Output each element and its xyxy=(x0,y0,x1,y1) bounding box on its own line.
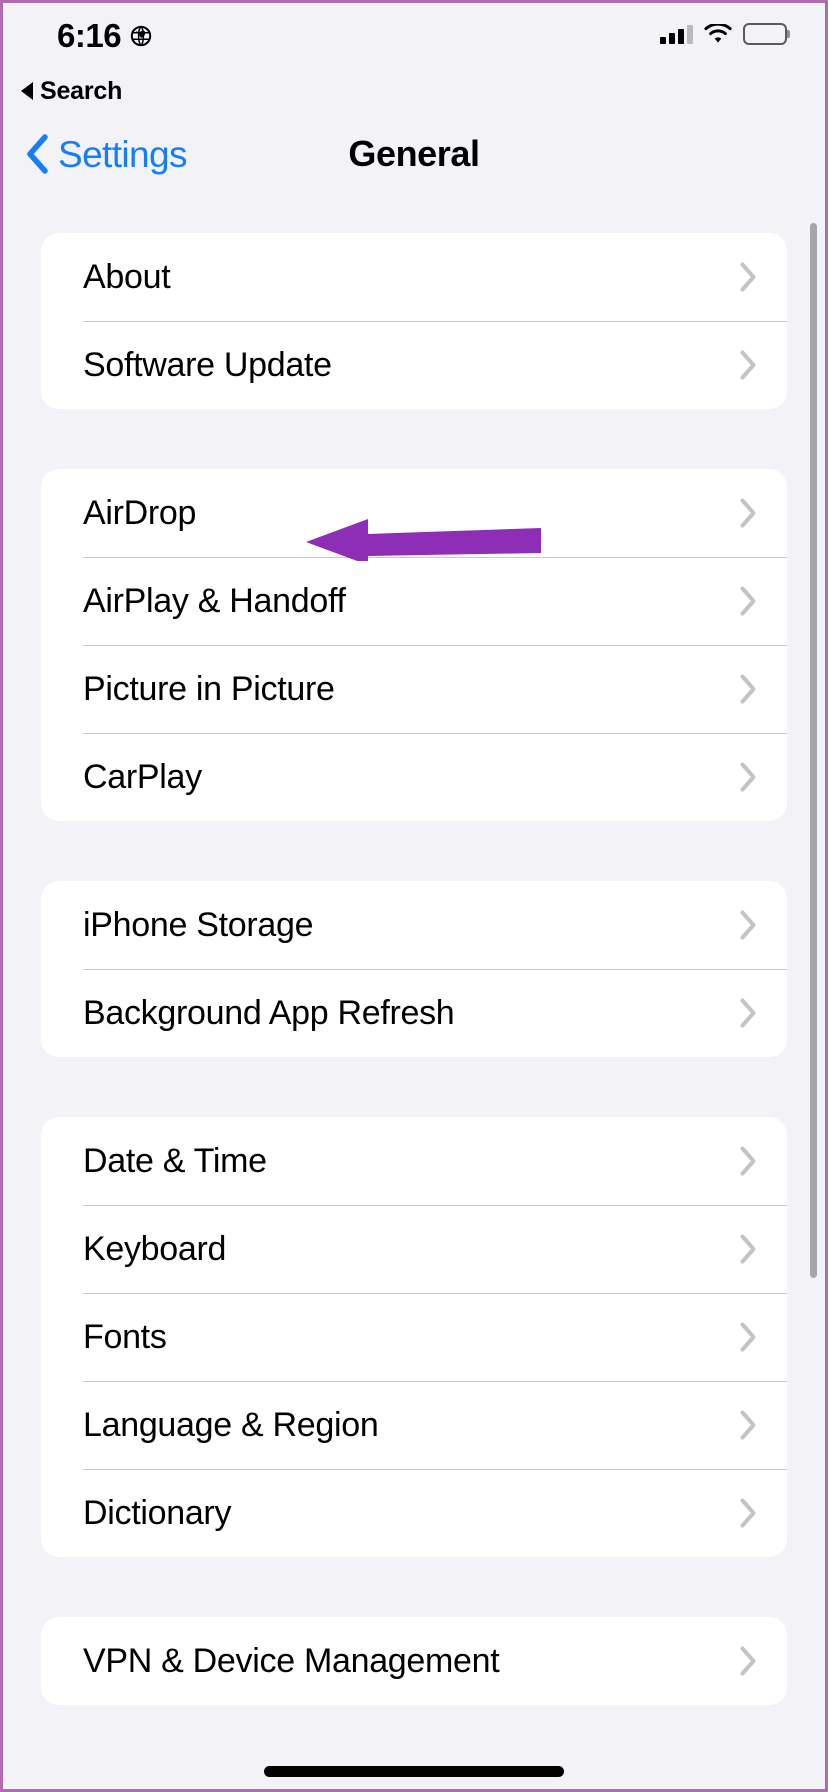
settings-group: iPhone Storage Background App Refresh xyxy=(41,881,787,1057)
chevron-right-icon xyxy=(740,498,756,528)
settings-row-background-app-refresh[interactable]: Background App Refresh xyxy=(41,969,787,1057)
settings-row-dictionary[interactable]: Dictionary xyxy=(41,1469,787,1557)
settings-scroll-view[interactable]: About Software Update AirDrop AirPlay & … xyxy=(3,197,825,1789)
status-bar-time: 6:16 xyxy=(57,17,122,54)
row-label: Language & Region xyxy=(83,1406,379,1444)
row-label: Dictionary xyxy=(83,1494,232,1532)
navigation-bar: Settings General xyxy=(3,111,825,197)
chevron-right-icon xyxy=(740,586,756,616)
row-label: Background App Refresh xyxy=(83,994,455,1032)
chevron-right-icon xyxy=(740,910,756,940)
settings-row-fonts[interactable]: Fonts xyxy=(41,1293,787,1381)
chevron-right-icon xyxy=(740,350,756,380)
row-label: CarPlay xyxy=(83,758,202,796)
settings-row-picture-in-picture[interactable]: Picture in Picture xyxy=(41,645,787,733)
cellular-signal-icon xyxy=(660,24,693,44)
return-to-search-button[interactable]: Search xyxy=(3,71,825,111)
return-to-search-label: Search xyxy=(40,76,123,105)
settings-row-date-time[interactable]: Date & Time xyxy=(41,1117,787,1205)
settings-row-iphone-storage[interactable]: iPhone Storage xyxy=(41,881,787,969)
status-time-group: 6:16 xyxy=(57,19,152,52)
settings-row-carplay[interactable]: CarPlay xyxy=(41,733,787,821)
row-label: VPN & Device Management xyxy=(83,1642,500,1680)
chevron-right-icon xyxy=(740,1498,756,1528)
status-bar: 6:16 xyxy=(3,3,825,71)
row-label: Fonts xyxy=(83,1318,167,1356)
settings-row-airdrop[interactable]: AirDrop xyxy=(41,469,787,557)
row-label: iPhone Storage xyxy=(83,906,314,944)
chevron-right-icon xyxy=(740,1234,756,1264)
chevron-right-icon xyxy=(740,1646,756,1676)
row-label: About xyxy=(83,258,171,296)
chevron-right-icon xyxy=(740,998,756,1028)
chevron-right-icon xyxy=(740,262,756,292)
settings-row-airplay-handoff[interactable]: AirPlay & Handoff xyxy=(41,557,787,645)
settings-group: AirDrop AirPlay & Handoff Picture in Pic… xyxy=(41,469,787,821)
iphone-screen: 6:16 Search Settings General About Softw… xyxy=(0,0,828,1792)
settings-row-about[interactable]: About xyxy=(41,233,787,321)
back-button-label: Settings xyxy=(58,133,188,175)
row-label: Keyboard xyxy=(83,1230,227,1268)
wifi-icon xyxy=(704,23,732,43)
row-label: Software Update xyxy=(83,346,332,384)
settings-group: Date & Time Keyboard Fonts Language & Re… xyxy=(41,1117,787,1557)
home-indicator xyxy=(264,1766,564,1777)
location-services-icon xyxy=(130,25,152,46)
row-label: AirPlay & Handoff xyxy=(83,582,346,620)
settings-row-language-region[interactable]: Language & Region xyxy=(41,1381,787,1469)
chevron-right-icon xyxy=(740,674,756,704)
chevron-right-icon xyxy=(740,1322,756,1352)
chevron-right-icon xyxy=(740,1146,756,1176)
settings-row-vpn-device-management[interactable]: VPN & Device Management xyxy=(41,1617,787,1705)
row-label: Date & Time xyxy=(83,1142,267,1180)
row-label: AirDrop xyxy=(83,494,197,532)
chevron-right-icon xyxy=(740,762,756,792)
settings-row-software-update[interactable]: Software Update xyxy=(41,321,787,409)
chevron-left-icon xyxy=(27,134,48,174)
chevron-right-icon xyxy=(740,1410,756,1440)
settings-group: VPN & Device Management xyxy=(41,1617,787,1705)
settings-group: About Software Update xyxy=(41,233,787,409)
settings-row-keyboard[interactable]: Keyboard xyxy=(41,1205,787,1293)
vertical-scrollbar[interactable] xyxy=(810,223,817,1278)
back-triangle-icon xyxy=(21,82,33,100)
back-button-settings[interactable]: Settings xyxy=(3,133,188,175)
row-label: Picture in Picture xyxy=(83,670,335,708)
status-bar-indicators xyxy=(660,23,790,45)
battery-full-icon xyxy=(743,23,790,45)
